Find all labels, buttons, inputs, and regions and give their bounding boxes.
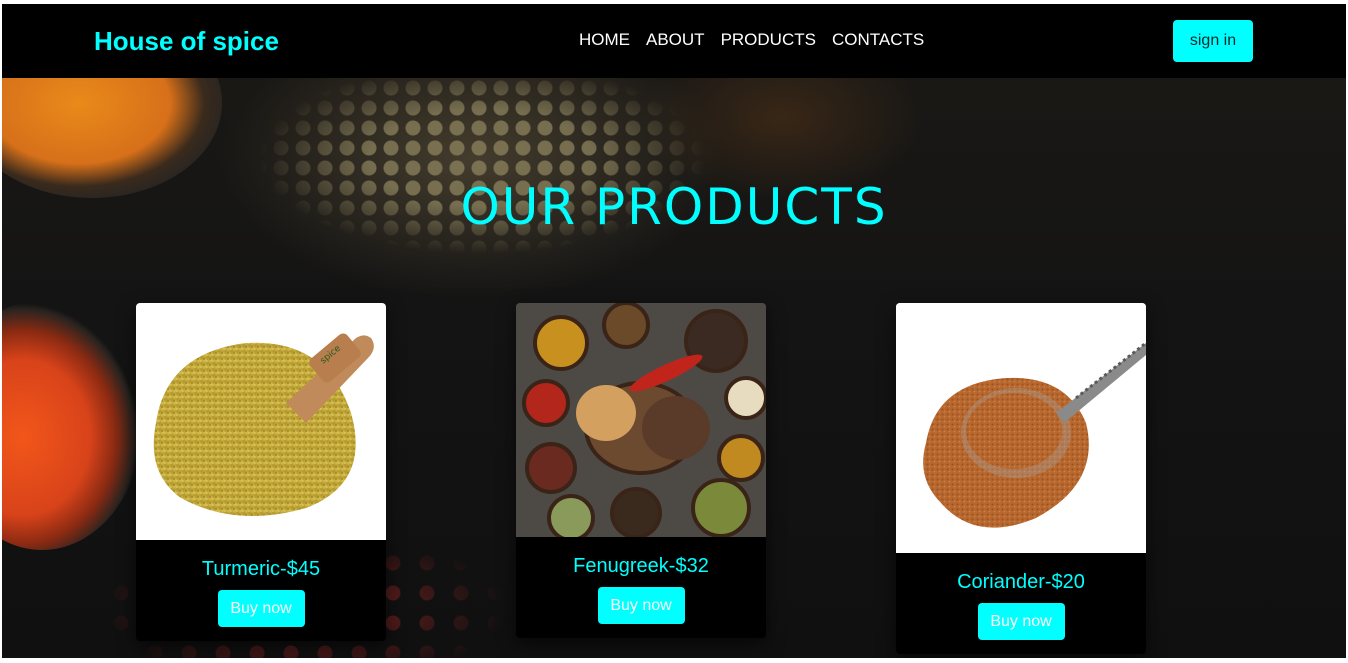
nav-home-link[interactable]: HOME bbox=[579, 30, 630, 50]
product-image-fenugreek bbox=[516, 303, 766, 537]
turmeric-illustration: spice bbox=[153, 333, 374, 516]
buy-now-button[interactable]: Buy now bbox=[217, 590, 305, 627]
product-title: Coriander-$20 bbox=[957, 571, 1085, 593]
nav-contacts-link[interactable]: CONTACTS bbox=[832, 30, 924, 50]
buy-now-button[interactable]: Buy now bbox=[977, 603, 1065, 640]
product-card-fenugreek: Fenugreek-$32 Buy now bbox=[516, 303, 766, 638]
nav-products-link[interactable]: PRODUCTS bbox=[721, 30, 816, 50]
page-title: OUR PRODUCTS bbox=[460, 178, 888, 236]
product-title: Fenugreek-$32 bbox=[573, 555, 709, 577]
coriander-illustration bbox=[896, 303, 1146, 553]
spice-bowls-illustration bbox=[516, 303, 766, 537]
product-image-turmeric: spice bbox=[136, 303, 386, 540]
product-card-turmeric: spice Turmeric-$45 Buy now bbox=[136, 303, 386, 641]
product-title: Turmeric-$45 bbox=[201, 558, 321, 580]
hero-section: OUR PRODUCTS spice Turmeric-$45 Buy now … bbox=[2, 78, 1346, 658]
nav-about-link[interactable]: ABOUT bbox=[646, 30, 705, 50]
buy-now-button[interactable]: Buy now bbox=[597, 587, 685, 624]
brand-logo-text[interactable]: House of spice bbox=[94, 26, 279, 57]
sign-in-button[interactable]: sign in bbox=[1173, 20, 1253, 62]
product-card-coriander: Coriander-$20 Buy now bbox=[896, 303, 1146, 654]
nav-links: HOME ABOUT PRODUCTS CONTACTS bbox=[579, 30, 924, 50]
navbar: House of spice HOME ABOUT PRODUCTS CONTA… bbox=[2, 4, 1346, 78]
product-image-coriander bbox=[896, 303, 1146, 553]
page-frame: House of spice HOME ABOUT PRODUCTS CONTA… bbox=[2, 4, 1346, 658]
